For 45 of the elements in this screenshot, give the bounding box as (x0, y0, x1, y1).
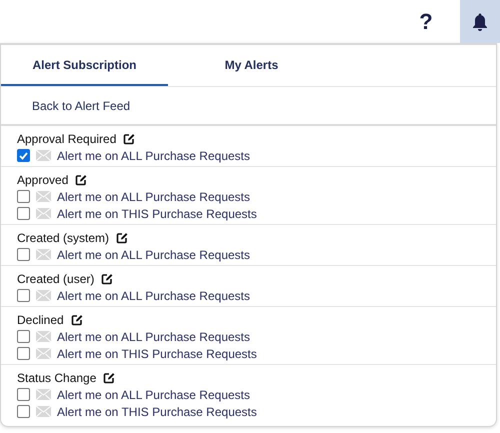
envelope-icon (36, 389, 51, 400)
checkbox[interactable] (17, 347, 30, 360)
edit-icon[interactable] (103, 372, 116, 384)
tab[interactable]: Alert Subscription (1, 45, 168, 86)
option-label: Alert me on THIS Purchase Requests (57, 404, 257, 418)
option-label: Alert me on ALL Purchase Requests (57, 388, 250, 402)
envelope-icon (36, 249, 51, 260)
envelope-icon (36, 150, 51, 161)
option-label: Alert me on ALL Purchase Requests (57, 288, 250, 302)
group-title: Created (user) (17, 272, 94, 286)
envelope-icon (36, 191, 51, 202)
checkbox[interactable] (17, 149, 30, 162)
checkbox[interactable] (17, 190, 30, 203)
tab[interactable]: My Alerts (168, 45, 335, 86)
group-title: Approval Required (17, 132, 116, 146)
checkbox[interactable] (17, 330, 30, 343)
notifications-button[interactable] (460, 0, 500, 43)
option-label: Alert me on THIS Purchase Requests (57, 346, 257, 360)
group-title: Approved (17, 173, 68, 187)
checkbox[interactable] (17, 289, 30, 302)
option-label: Alert me on THIS Purchase Requests (57, 206, 257, 220)
edit-icon[interactable] (123, 133, 136, 145)
edit-icon[interactable] (70, 314, 83, 326)
option-label: Alert me on ALL Purchase Requests (57, 148, 250, 162)
bell-icon (472, 12, 488, 30)
group-title: Status Change (17, 371, 96, 385)
envelope-icon (36, 290, 51, 301)
envelope-icon (36, 331, 51, 342)
help-button[interactable]: ? (406, 0, 446, 43)
checkbox[interactable] (17, 388, 30, 401)
option-label: Alert me on ALL Purchase Requests (57, 190, 250, 204)
checkbox[interactable] (17, 207, 30, 220)
checkbox[interactable] (17, 405, 30, 418)
checkbox[interactable] (17, 248, 30, 261)
envelope-icon (36, 208, 51, 219)
edit-icon[interactable] (116, 232, 128, 244)
envelope-icon (36, 348, 51, 359)
edit-icon[interactable] (101, 273, 114, 285)
option-label: Alert me on ALL Purchase Requests (57, 330, 250, 344)
group-title: Declined (17, 313, 64, 327)
envelope-icon (36, 406, 51, 417)
option-label: Alert me on ALL Purchase Requests (57, 248, 250, 262)
edit-icon[interactable] (75, 174, 88, 186)
group-title: Created (system) (17, 231, 110, 245)
back-link[interactable]: Back to Alert Feed (32, 98, 130, 112)
